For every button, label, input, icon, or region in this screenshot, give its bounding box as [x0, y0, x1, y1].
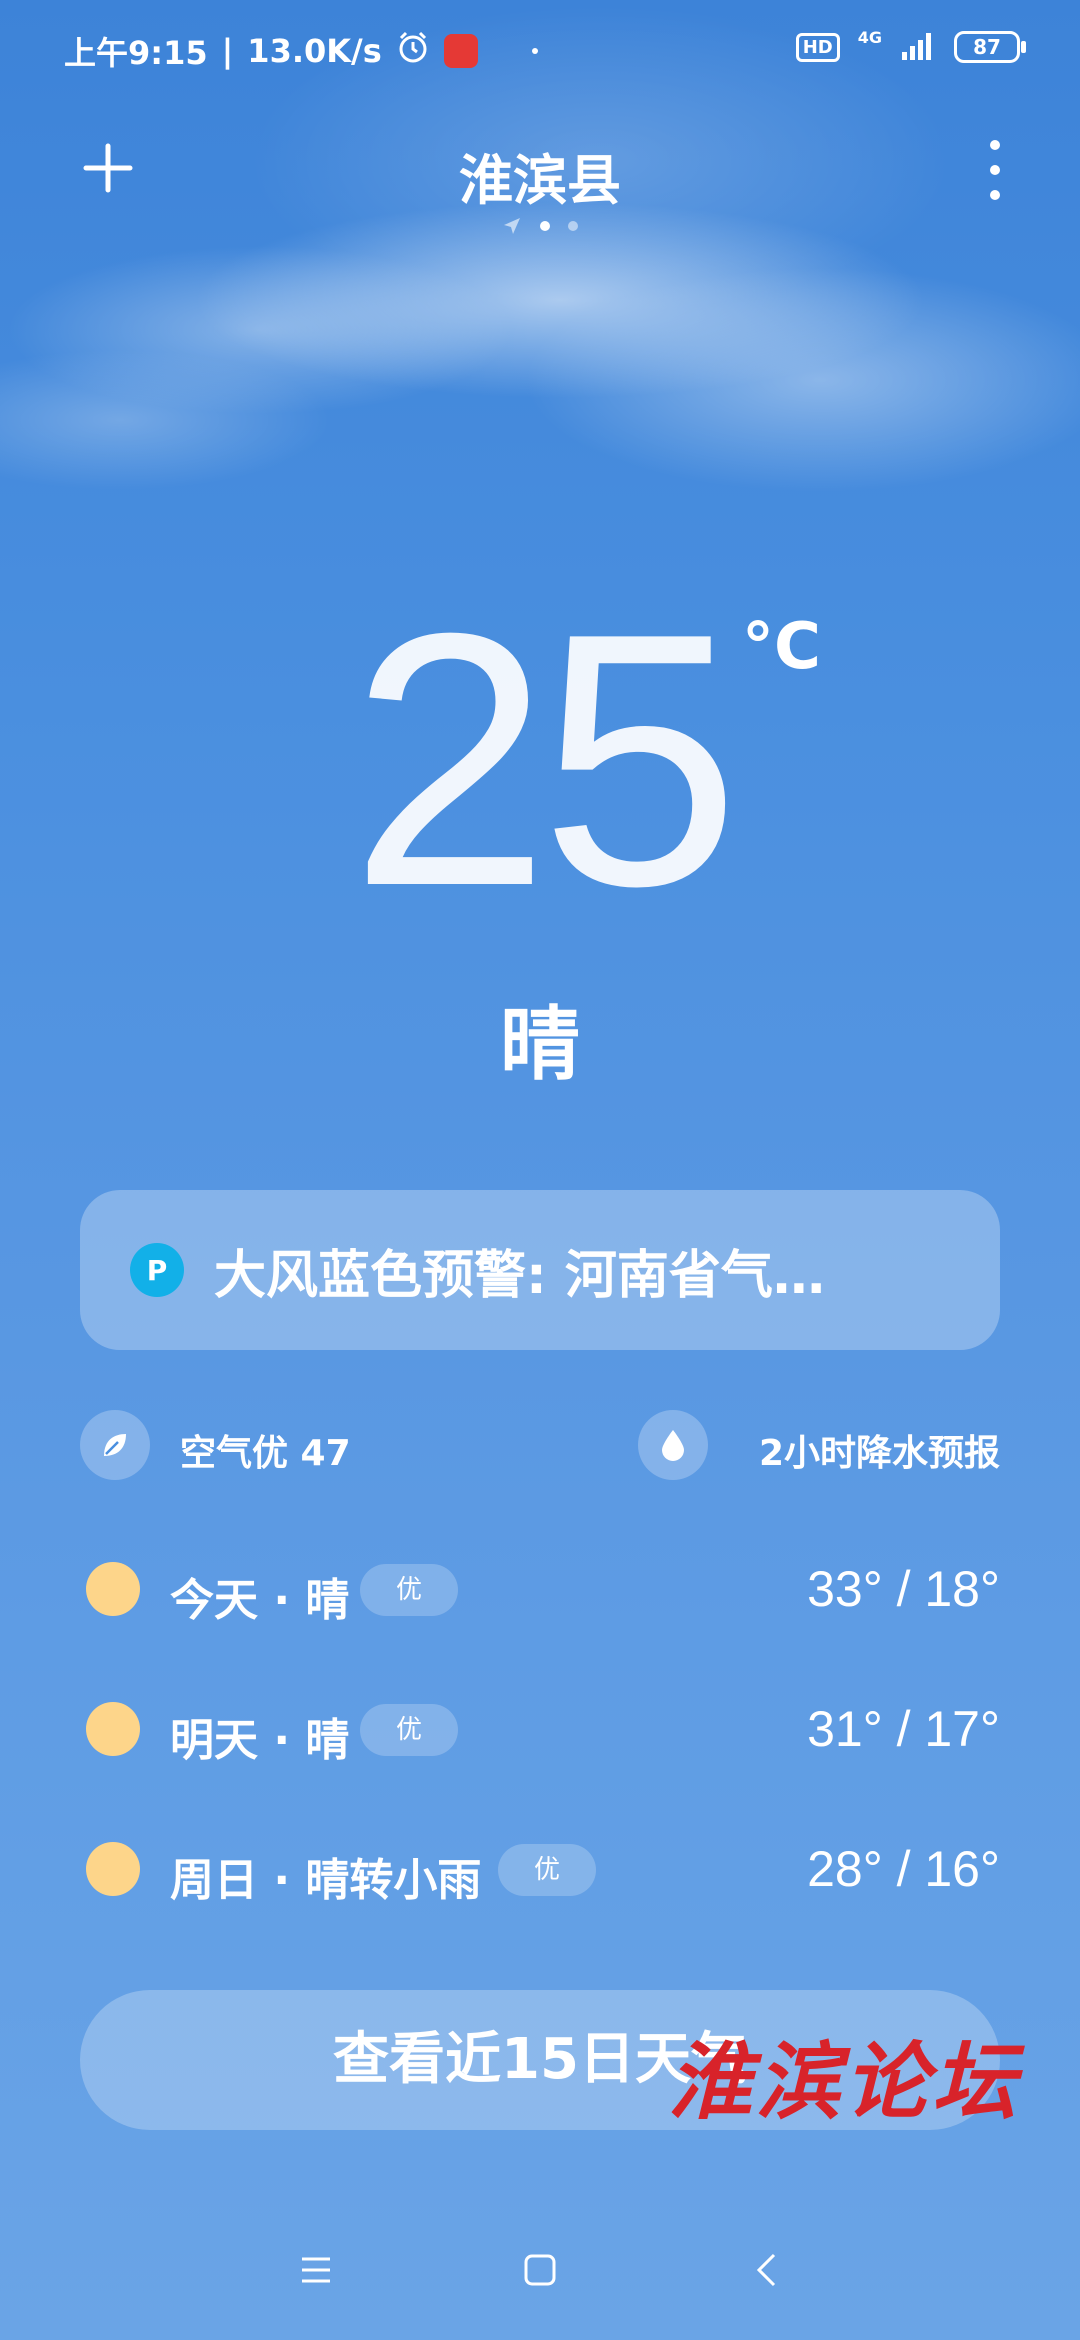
- status-bar: 上午9:15 | 13.0K/s HD 4G 87: [0, 0, 1080, 100]
- watermark: 淮滨论坛: [667, 2032, 1020, 2131]
- current-temperature-block: 25 °C: [0, 580, 1080, 940]
- alarm-icon: [396, 30, 430, 72]
- status-right: HD 4G 87: [795, 27, 1026, 64]
- aqi-label[interactable]: 空气优 47: [180, 1424, 351, 1476]
- page-dot-active: [540, 221, 550, 231]
- square-icon: [524, 2254, 556, 2286]
- rain-forecast-label[interactable]: 2小时降水预报: [759, 1424, 1000, 1476]
- home-button[interactable]: [510, 2240, 570, 2300]
- alert-flag-icon: P: [130, 1243, 184, 1297]
- page-indicator: [0, 216, 1080, 236]
- alert-text: 大风蓝色预警: 河南省气…: [214, 1245, 825, 1306]
- more-dot-icon: [990, 140, 1000, 150]
- more-dot-icon: [990, 190, 1000, 200]
- forecast-row[interactable]: 明天 · 晴 优 31° / 17°: [80, 1690, 1000, 1770]
- air-quality-badge: 优: [360, 1564, 459, 1616]
- temperature-unit: °C: [742, 610, 821, 684]
- forecast-row[interactable]: 周日 · 晴转小雨 优 28° / 16°: [80, 1830, 1000, 1910]
- chevron-left-icon: [756, 2253, 776, 2287]
- recents-button[interactable]: [286, 2240, 346, 2300]
- forecast-temps: 31° / 17°: [807, 1701, 1000, 1757]
- back-button[interactable]: [736, 2240, 796, 2300]
- air-quality-badge: 优: [498, 1844, 597, 1896]
- net-speed: 13.0K/s: [247, 32, 382, 70]
- aqi-button[interactable]: [80, 1410, 150, 1480]
- menu-icon: [302, 2257, 330, 2283]
- sun-icon: [86, 1562, 140, 1616]
- sun-icon: [86, 1842, 140, 1896]
- air-quality-badge: 优: [360, 1704, 459, 1756]
- rain-forecast-button[interactable]: [638, 1410, 708, 1480]
- forecast-temps: 33° / 18°: [807, 1561, 1000, 1617]
- city-name: 淮滨县: [459, 149, 621, 212]
- battery-icon: 87: [954, 31, 1026, 63]
- water-drop-icon: [662, 1430, 684, 1461]
- hd-icon: HD: [795, 32, 840, 62]
- forecast-temps: 28° / 16°: [807, 1841, 1000, 1897]
- status-separator: |: [221, 32, 234, 70]
- current-condition: 晴: [500, 998, 580, 1091]
- forecast-day-label: 今天 · 晴: [170, 1575, 350, 1626]
- system-nav-bar: [0, 2230, 1080, 2310]
- info-row: 空气优 47 2小时降水预报: [80, 1410, 1000, 1480]
- status-left: 上午9:15 | 13.0K/s: [64, 28, 538, 74]
- sun-icon: [86, 1702, 140, 1756]
- forecast-row[interactable]: 今天 · 晴 优 33° / 18°: [80, 1550, 1000, 1630]
- page-dot: [568, 221, 578, 231]
- notification-dot-icon: [531, 48, 538, 54]
- current-temperature: 25: [349, 559, 740, 961]
- network-type: 4G: [857, 27, 882, 47]
- leaf-icon: [104, 1434, 126, 1456]
- top-bar: 淮滨县: [0, 120, 1080, 240]
- forecast-day-label: 周日 · 晴转小雨: [170, 1855, 482, 1906]
- weather-alert-card[interactable]: P 大风蓝色预警: 河南省气…: [80, 1190, 1000, 1350]
- forecast-day-label: 明天 · 晴: [170, 1715, 350, 1766]
- more-options-button[interactable]: [980, 140, 1010, 200]
- signal-icon: [900, 30, 936, 64]
- status-time: 上午9:15: [64, 34, 208, 72]
- location-arrow-icon: [504, 218, 520, 234]
- app-notification-icon: [443, 34, 478, 68]
- more-dot-icon: [990, 165, 1000, 175]
